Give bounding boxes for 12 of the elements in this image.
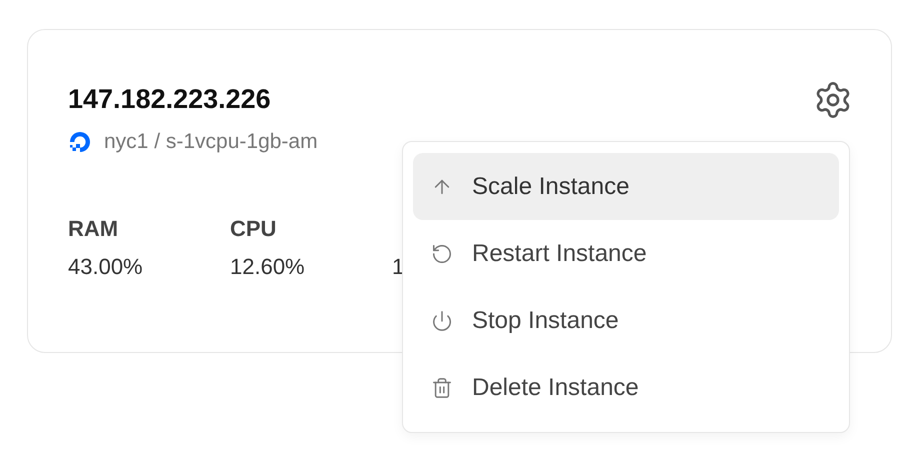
restart-icon xyxy=(431,242,453,264)
instance-location: nyc1 / s-1vcpu-1gb-am xyxy=(104,130,318,154)
metric-value: 12.60% xyxy=(230,254,306,280)
power-icon xyxy=(431,310,453,332)
metric-label: RAM xyxy=(68,216,120,242)
metric-value: 1 xyxy=(392,254,406,280)
metric-value: 43.00% xyxy=(68,254,144,280)
menu-item[interactable]: Scale Instance xyxy=(413,153,839,220)
cloud-logo-icon xyxy=(68,130,92,154)
metric-label: CPU xyxy=(230,216,278,242)
trash-icon xyxy=(431,376,453,398)
instance-ip: 147.182.223.226 xyxy=(68,84,271,115)
